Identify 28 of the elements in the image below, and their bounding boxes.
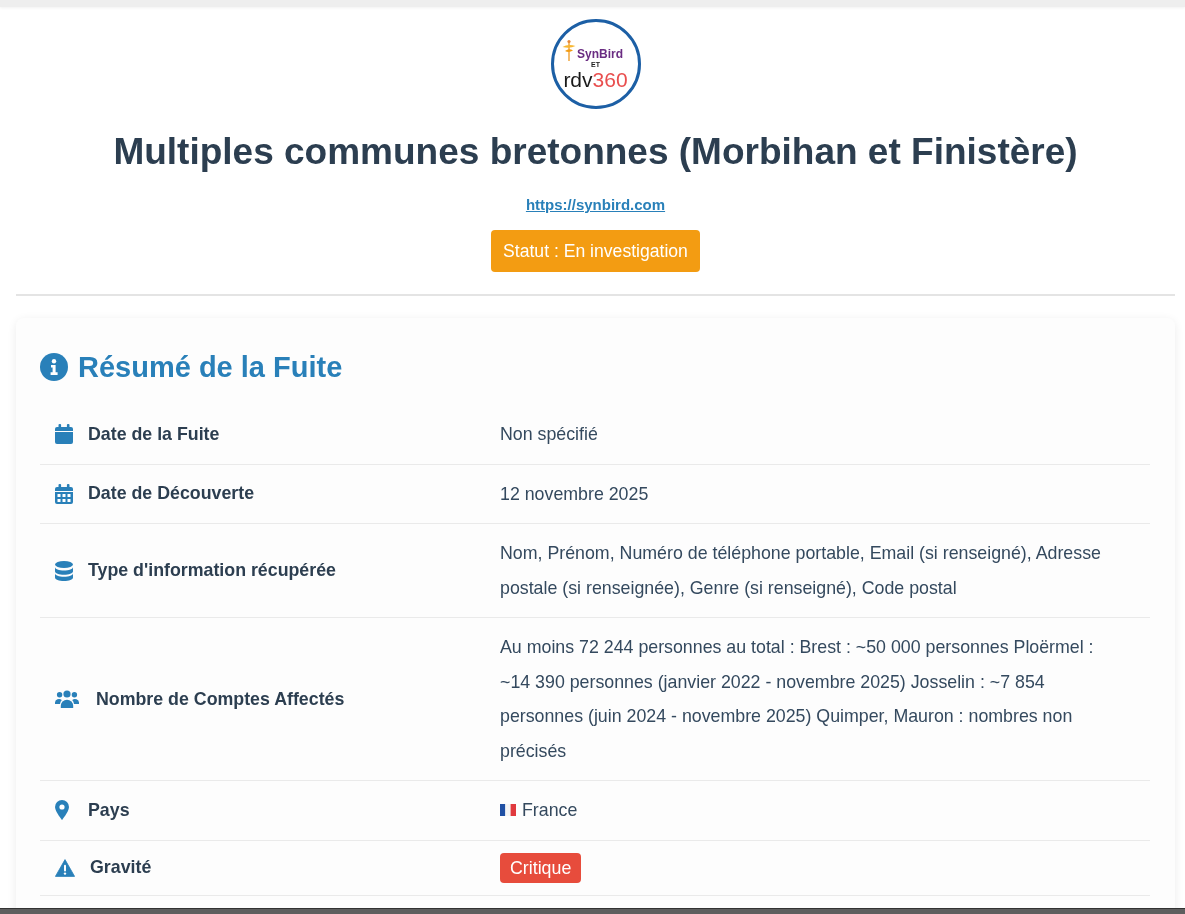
field-label: Gravité [90, 856, 152, 880]
map-pin-icon [55, 800, 69, 821]
field-label: Date de la Fuite [88, 422, 220, 446]
field-label: Pays [88, 798, 130, 822]
calendar-icon [55, 424, 73, 445]
calendar-grid-icon [55, 483, 73, 504]
status-button[interactable]: Statut : En investigation [491, 230, 700, 272]
field-value: Non spécifié [500, 423, 598, 446]
field-label: Type d'information récupérée [88, 559, 336, 583]
website-link[interactable]: https://synbird.com [525, 195, 666, 215]
field-value: Au moins 72 244 personnes au total : Brest : ~50 000 personnes Ploërmel : ~14 390 personnes (janvier 2022 - novembre 2025) Josselin : ~7 854 personnes (juin 2024 - novembre 2025) Quimper, Mauron : nombres non précisés [500, 636, 1095, 763]
info-icon [40, 353, 68, 381]
field-value: Nom, Prénom, Numéro de téléphone portable, Email (si renseigné), Adresse postale (si renseignée), Genre (si renseigné), Code postal [500, 542, 1102, 600]
logo-text: rdv [563, 68, 593, 90]
logo-text: SynBird [577, 46, 623, 61]
bird-icon [562, 38, 576, 61]
flag-icon [500, 804, 516, 817]
field-label: Date de Découverte [88, 482, 255, 506]
users-icon [55, 690, 79, 708]
severity-badge: Critique [500, 852, 582, 883]
section-heading: Résumé de la Fuite [78, 350, 343, 384]
warning-icon [55, 858, 75, 877]
field-value: 12 novembre 2025 [500, 482, 649, 506]
database-icon [55, 560, 73, 581]
page-title: Multiples communes bretonnes (Morbihan et Finistère) [113, 130, 1078, 174]
logo-text: 360 [592, 68, 628, 90]
field-label: Nombre de Comptes Affectés [96, 687, 345, 711]
field-value: France [522, 799, 578, 822]
